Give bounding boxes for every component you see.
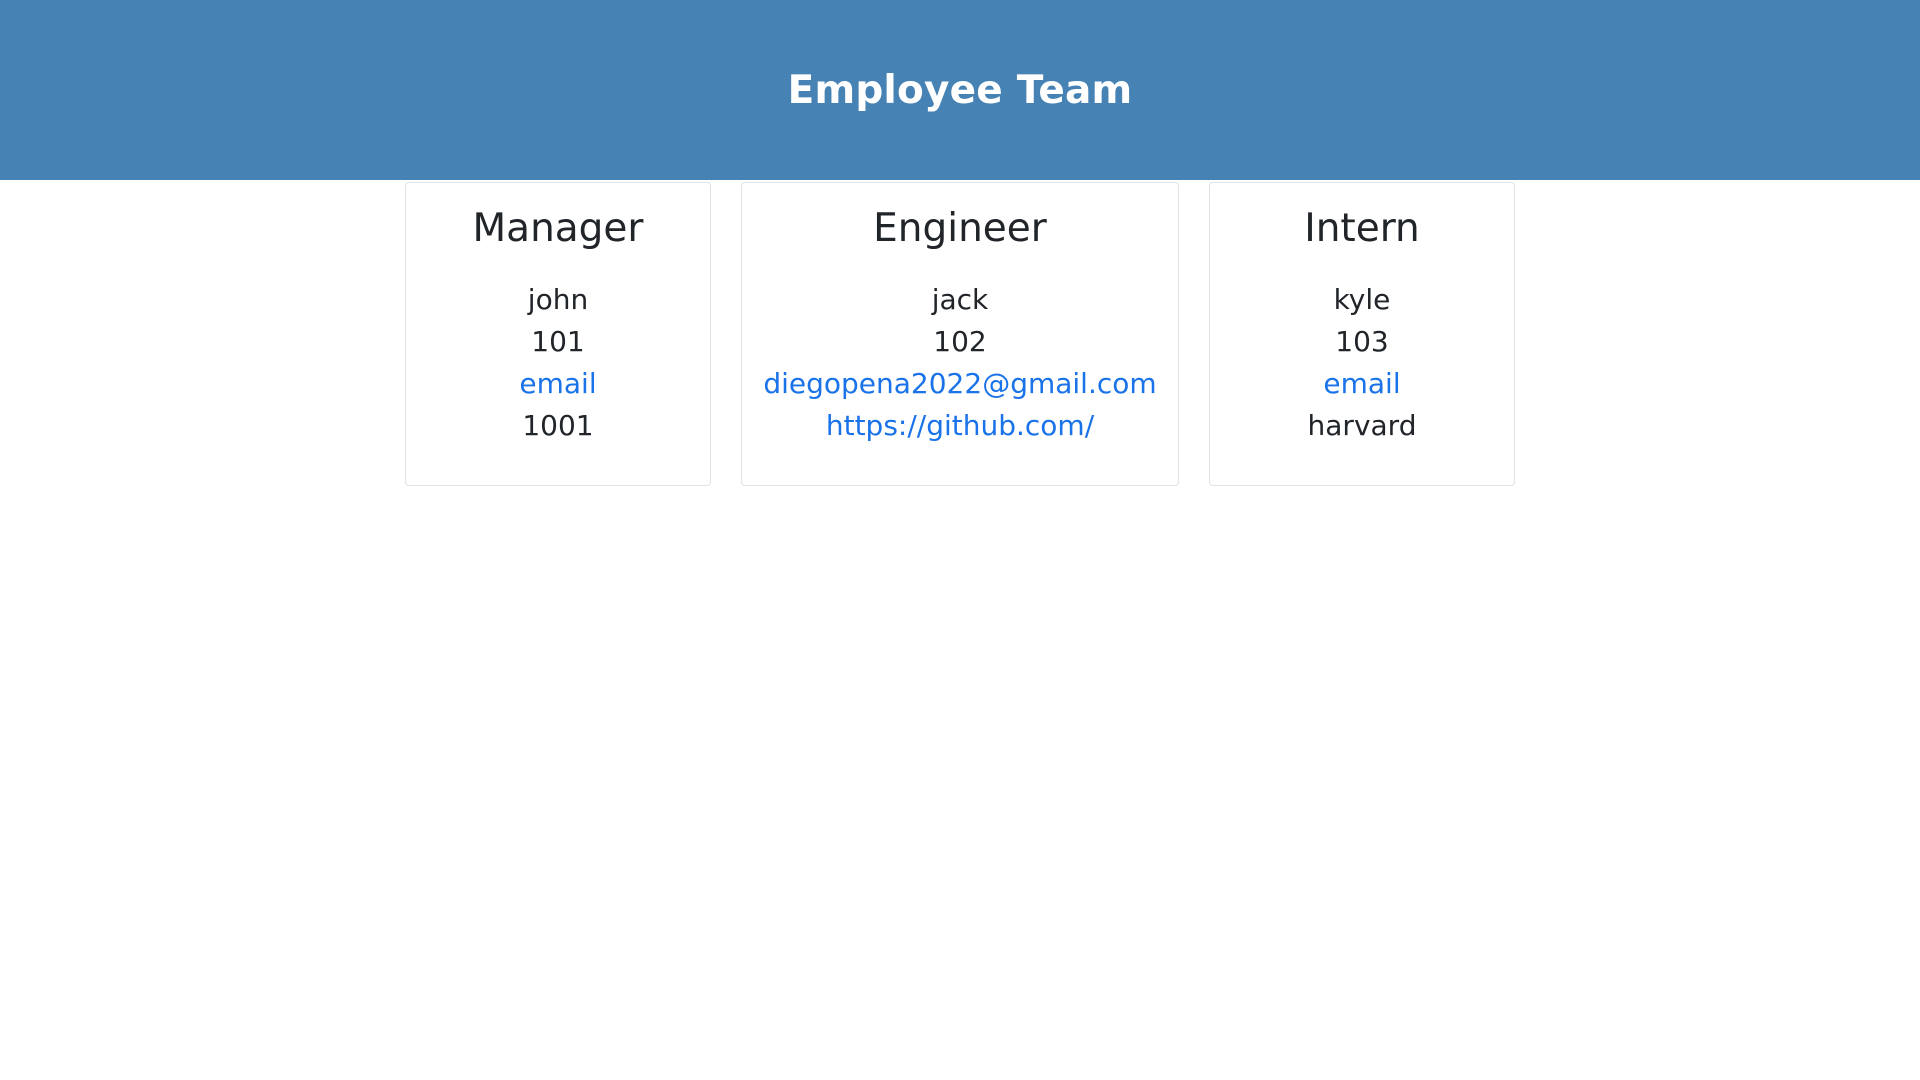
employee-id: 102: [933, 325, 987, 358]
card-role-title: Intern: [1304, 206, 1420, 251]
card-role-title: Engineer: [873, 206, 1047, 251]
page-header: Employee Team: [0, 0, 1920, 180]
employee-name: jack: [931, 283, 989, 316]
employee-cards: Manager john 101 email 1001 Engineer jac…: [0, 180, 1920, 500]
github-link[interactable]: https://github.com/: [742, 405, 1178, 447]
employee-id: 103: [1335, 325, 1389, 358]
employee-name: john: [527, 283, 589, 316]
email-link[interactable]: diegopena2022@gmail.com: [742, 363, 1178, 405]
office-number: 1001: [522, 409, 594, 442]
employee-name: kyle: [1333, 283, 1391, 316]
school-name: harvard: [1307, 409, 1417, 442]
card-role-title: Manager: [472, 206, 644, 251]
manager-card: Manager john 101 email 1001: [405, 182, 711, 486]
email-link[interactable]: email: [406, 363, 710, 405]
employee-id: 101: [531, 325, 585, 358]
email-link[interactable]: email: [1210, 363, 1514, 405]
engineer-card: Engineer jack 102 diegopena2022@gmail.co…: [741, 182, 1179, 486]
page-title: Employee Team: [787, 67, 1133, 113]
intern-card: Intern kyle 103 email harvard: [1209, 182, 1515, 486]
